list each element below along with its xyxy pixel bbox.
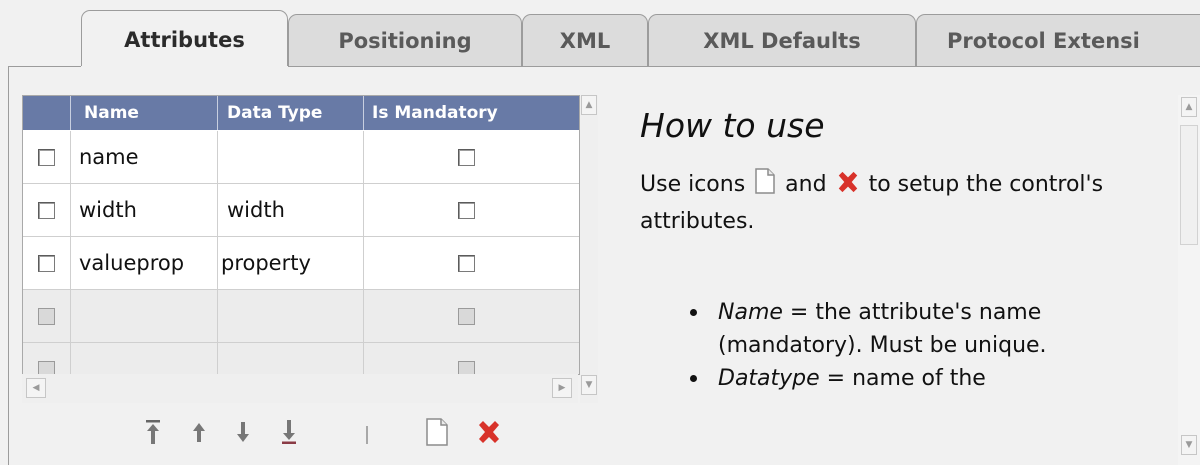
tab-label: Attributes <box>124 27 245 52</box>
grid-vertical-scrollbar[interactable]: ▲ ▼ <box>580 95 598 403</box>
is-mandatory-checkbox[interactable] <box>458 255 475 272</box>
help-vertical-scrollbar[interactable]: ▲ ▼ <box>1178 95 1200 465</box>
new-icon[interactable] <box>422 412 452 452</box>
is-mandatory-checkbox[interactable] <box>458 149 475 166</box>
grid-horizontal-scrollbar[interactable]: ◀ ▶ <box>22 374 578 403</box>
tab-label: Positioning <box>338 28 472 53</box>
table-row[interactable]: valueprop property <box>23 237 579 290</box>
row-select-checkbox <box>38 308 55 325</box>
cell-data-type[interactable]: property <box>218 237 364 289</box>
scroll-down-icon[interactable]: ▼ <box>1181 435 1197 455</box>
toolbar-separator <box>366 426 368 444</box>
new-icon <box>754 168 776 205</box>
is-mandatory-checkbox[interactable] <box>458 202 475 219</box>
move-bottom-icon[interactable] <box>276 412 302 452</box>
help-panel: How to use Use icons and to setup the co… <box>640 100 1170 465</box>
row-select-checkbox[interactable] <box>38 202 55 219</box>
table-row-empty <box>23 290 579 343</box>
move-up-icon[interactable] <box>186 412 212 452</box>
cell-name[interactable]: width <box>71 184 218 236</box>
scroll-right-icon[interactable]: ▶ <box>552 378 572 398</box>
tab-label: Protocol Extensi <box>947 28 1140 53</box>
scroll-up-icon[interactable]: ▲ <box>581 95 597 115</box>
column-header-data-type[interactable]: Data Type <box>218 96 364 130</box>
grid-toolbar <box>130 412 510 457</box>
tab-attributes[interactable]: Attributes <box>81 10 288 68</box>
scroll-down-icon[interactable]: ▼ <box>581 375 597 395</box>
move-top-icon[interactable] <box>140 412 166 452</box>
row-select-checkbox[interactable] <box>38 255 55 272</box>
delete-icon[interactable] <box>474 412 504 452</box>
list-item: Datatype = name of the <box>690 362 1160 395</box>
table-row[interactable]: width width <box>23 184 579 237</box>
list-item: Name = the attribute's name (mandatory).… <box>690 296 1160 362</box>
cell-data-type[interactable] <box>218 131 364 183</box>
cell-name[interactable]: valueprop <box>71 237 218 289</box>
help-title: How to use <box>640 106 825 145</box>
panel-left-border <box>8 66 9 465</box>
tab-label: XML <box>559 28 611 53</box>
scroll-left-icon[interactable]: ◀ <box>26 378 46 398</box>
row-select-checkbox <box>38 361 55 374</box>
cell-name[interactable]: name <box>71 131 218 183</box>
grid-header: Name Data Type Is Mandatory <box>23 96 579 130</box>
attributes-grid: Name Data Type Is Mandatory name width w… <box>22 95 580 375</box>
cell-data-type[interactable]: width <box>218 184 364 236</box>
tab-label: XML Defaults <box>703 28 861 53</box>
column-header-is-mandatory[interactable]: Is Mandatory <box>364 96 579 130</box>
help-intro: Use icons and to setup the control's att… <box>640 168 1160 239</box>
is-mandatory-checkbox <box>458 308 475 325</box>
help-bullet-list: Name = the attribute's name (mandatory).… <box>690 296 1160 395</box>
row-select-checkbox[interactable] <box>38 149 55 166</box>
tab-xml[interactable]: XML <box>522 14 648 66</box>
tab-protocol-extensions[interactable]: Protocol Extensi <box>916 14 1200 66</box>
tab-xml-defaults[interactable]: XML Defaults <box>648 14 916 66</box>
move-down-icon[interactable] <box>230 412 256 452</box>
table-row[interactable]: name <box>23 131 579 184</box>
delete-icon <box>836 170 860 205</box>
scroll-up-icon[interactable]: ▲ <box>1181 97 1197 117</box>
tab-positioning[interactable]: Positioning <box>288 14 522 66</box>
select-column-header <box>23 96 71 130</box>
is-mandatory-checkbox <box>458 361 475 374</box>
tab-bar: Attributes Positioning XML XML Defaults … <box>0 0 1200 465</box>
table-row-empty <box>23 343 579 374</box>
column-header-name[interactable]: Name <box>71 96 218 130</box>
scrollbar-thumb[interactable] <box>1180 125 1198 245</box>
